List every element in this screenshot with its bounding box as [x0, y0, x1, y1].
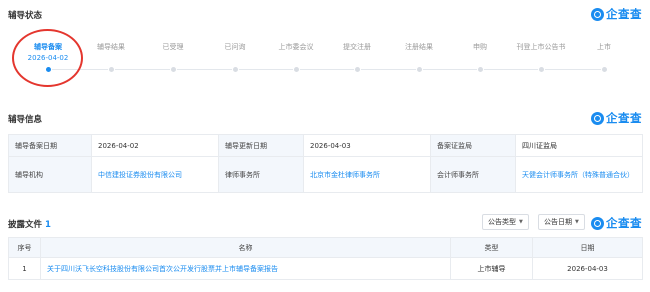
document-link[interactable]: 关于四川沃飞长空科技股份有限公司首次公开发行股票并上市辅导备案报告	[40, 257, 451, 280]
row-index: 1	[8, 257, 41, 280]
dropdown-label: 公告类型	[488, 218, 516, 226]
filing-date-value: 2026-04-02	[91, 134, 219, 157]
highlight-ring	[12, 29, 83, 87]
filing-date-label: 辅导备案日期	[8, 134, 92, 157]
brand-icon	[591, 7, 604, 21]
law-firm-link[interactable]: 北京市金杜律师事务所	[303, 156, 431, 193]
step-dot	[170, 66, 177, 73]
announcement-date-dropdown[interactable]: 公告日期 ▼	[538, 214, 585, 230]
info-section-title: 辅导信息	[8, 115, 43, 125]
step-label: 上市	[597, 43, 611, 51]
update-date-label: 辅导更新日期	[218, 134, 304, 157]
info-table: 辅导备案日期 2026-04-02 辅导更新日期 2026-04-03 备案证监…	[8, 134, 643, 193]
regulator-value: 四川证监局	[515, 134, 643, 157]
brand-logo: 企查查	[591, 6, 642, 22]
row-date: 2026-04-03	[532, 257, 643, 280]
brand-icon	[591, 111, 604, 125]
col-type: 类型	[450, 237, 533, 258]
caret-down-icon: ▼	[519, 219, 523, 225]
step-dot	[538, 66, 545, 73]
agency-label: 辅导机构	[8, 156, 92, 193]
status-section-title: 辅导状态	[8, 11, 43, 21]
row-type: 上市辅导	[450, 257, 533, 280]
brand-logo: 企查查	[591, 215, 642, 231]
table-row: 1 关于四川沃飞长空科技股份有限公司首次公开发行股票并上市辅导备案报告 上市辅导…	[8, 257, 643, 280]
col-index: 序号	[8, 237, 41, 258]
announcement-type-dropdown[interactable]: 公告类型 ▼	[482, 214, 529, 230]
accountant-label: 会计师事务所	[430, 156, 516, 193]
brand-name: 企查查	[606, 111, 642, 125]
table-header: 序号 名称 类型 日期	[8, 237, 643, 258]
brand-logo: 企查查	[591, 110, 642, 126]
brand-icon	[591, 216, 604, 230]
step-dot	[477, 66, 484, 73]
disclosure-count: 1	[44, 220, 51, 230]
step-dot	[601, 66, 608, 73]
brand-name: 企查查	[606, 216, 642, 230]
disclosure-table: 序号 名称 类型 日期 1 关于四川沃飞长空科技股份有限公司首次公开发行股票并上…	[8, 237, 643, 280]
timeline-line	[48, 69, 605, 70]
step-dot	[108, 66, 115, 73]
disclosure-section-title: 披露文件 1	[8, 218, 51, 230]
step-dot	[416, 66, 423, 73]
col-date: 日期	[532, 237, 643, 258]
update-date-value: 2026-04-03	[303, 134, 431, 157]
accountant-link[interactable]: 天健会计师事务所（特殊普通合伙）	[515, 156, 643, 193]
col-name: 名称	[40, 237, 451, 258]
step-dot	[293, 66, 300, 73]
law-firm-label: 律师事务所	[218, 156, 304, 193]
dropdown-label: 公告日期	[544, 218, 572, 226]
step-dot	[354, 66, 361, 73]
disclosure-title-text: 披露文件	[8, 220, 43, 230]
regulator-label: 备案证监局	[430, 134, 516, 157]
brand-name: 企查查	[606, 7, 642, 21]
agency-link[interactable]: 中信建投证券股份有限公司	[91, 156, 219, 193]
status-timeline: 辅导备案 2026-04-02 辅导结果 已受理 已问询 上市委会议 提交注册 …	[0, 28, 650, 88]
step-dot	[232, 66, 239, 73]
caret-down-icon: ▼	[575, 219, 579, 225]
